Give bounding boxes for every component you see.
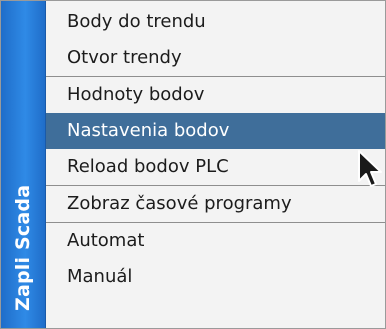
side-title: Zapli Scada bbox=[12, 184, 34, 311]
menu-item-automat[interactable]: Automat bbox=[46, 223, 385, 259]
menu-item-body-do-trendu[interactable]: Body do trendu bbox=[46, 4, 385, 40]
menu-item-hodnoty-bodov[interactable]: Hodnoty bodov bbox=[46, 77, 385, 113]
side-title-strip: Zapli Scada bbox=[1, 1, 46, 328]
menu-item-manual[interactable]: Manuál bbox=[46, 259, 385, 295]
menu-item-zobraz-casove-programy[interactable]: Zobraz časové programy bbox=[46, 186, 385, 222]
menu-item-otvor-trendy[interactable]: Otvor trendy bbox=[46, 40, 385, 76]
menu-item-reload-bodov-plc[interactable]: Reload bodov PLC bbox=[46, 149, 385, 185]
menu-items: Body do trendu Otvor trendy Hodnoty bodo… bbox=[46, 1, 385, 328]
context-menu: Zapli Scada Body do trendu Otvor trendy … bbox=[0, 0, 386, 329]
arrow-pointer-icon bbox=[358, 150, 382, 187]
menu-item-nastavenia-bodov[interactable]: Nastavenia bodov bbox=[46, 113, 385, 149]
